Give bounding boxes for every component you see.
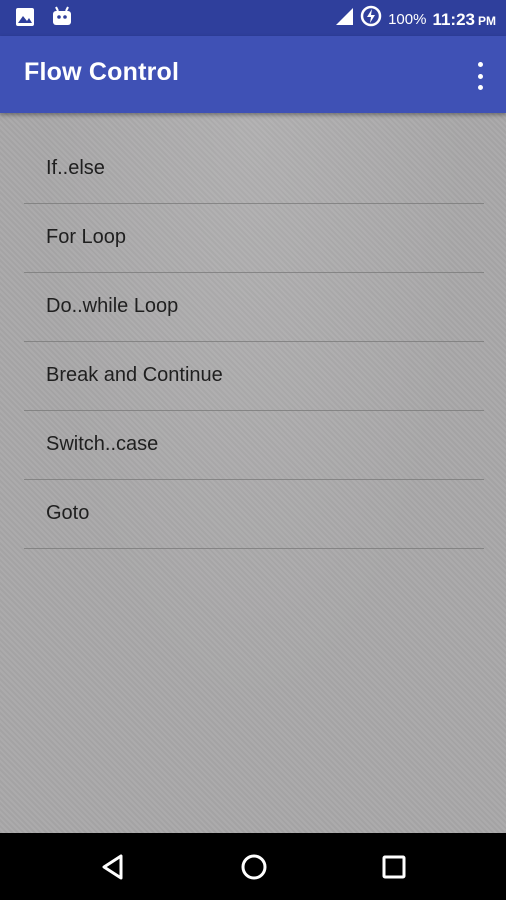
image-icon: [14, 6, 36, 33]
list-item-label: Switch..case: [46, 433, 159, 455]
list-item-if-else[interactable]: If..else: [24, 135, 484, 204]
navigation-bar: [0, 833, 506, 900]
content-area: If..else For Loop Do..while Loop Break a…: [0, 113, 506, 833]
back-icon[interactable]: [98, 851, 130, 883]
status-icons-left: [14, 6, 74, 33]
list-item-label: If..else: [46, 157, 105, 179]
screen: 100% 11:23 PM Flow Control If..else For L…: [0, 0, 506, 900]
list-item-goto[interactable]: Goto: [24, 480, 484, 549]
battery-percent: 100%: [388, 11, 427, 28]
page-title: Flow Control: [24, 58, 180, 86]
list-item-label: Do..while Loop: [46, 295, 179, 317]
signal-icon: [334, 6, 354, 34]
list-item-for-loop[interactable]: For Loop: [24, 204, 484, 273]
clock-ampm: PM: [478, 13, 496, 28]
list-item-break-and-continue[interactable]: Break and Continue: [24, 342, 484, 411]
clock: 11:23 PM: [432, 8, 496, 33]
android-debug-icon: [50, 6, 74, 33]
more-vert-icon[interactable]: [474, 62, 486, 90]
overflow-dot: [477, 62, 483, 67]
status-bar: 100% 11:23 PM: [0, 0, 506, 36]
list-item-do-while-loop[interactable]: Do..while Loop: [24, 273, 484, 342]
overflow-dot: [477, 85, 483, 90]
topic-list: If..else For Loop Do..while Loop Break a…: [24, 135, 484, 549]
status-icons-right: 100% 11:23 PM: [334, 5, 496, 35]
list-item-label: For Loop: [46, 226, 127, 248]
list-item-label: Goto: [46, 502, 90, 524]
overflow-dot: [477, 73, 483, 79]
app-bar: Flow Control: [0, 36, 506, 113]
list-item-switch-case[interactable]: Switch..case: [24, 411, 484, 480]
battery-charging-icon: [360, 5, 382, 35]
home-icon[interactable]: [238, 851, 270, 883]
list-item-label: Break and Continue: [46, 364, 223, 386]
clock-time: 11:23: [432, 9, 475, 29]
recents-icon[interactable]: [378, 851, 410, 883]
